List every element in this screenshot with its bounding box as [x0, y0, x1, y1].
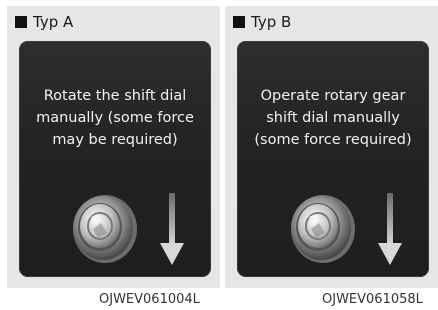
- panel-title: Typ B: [251, 13, 292, 31]
- down-arrow-icon: [160, 193, 184, 265]
- display-message: Operate rotary gear shift dial manually …: [254, 88, 412, 148]
- figure-code: OJWEV061004L: [99, 292, 200, 307]
- panel-header: Typ A: [15, 11, 73, 33]
- panel-title: Typ A: [33, 13, 74, 31]
- square-bullet-icon: [233, 16, 245, 28]
- down-arrow-icon: [378, 193, 402, 265]
- figure-code: OJWEV061058L: [322, 292, 423, 307]
- display-message: Rotate the shift dial manually (some for…: [36, 88, 194, 148]
- panel-typ-b: Typ B Operate rotary gear shift dial man…: [225, 6, 438, 288]
- panel-header: Typ B: [233, 11, 291, 33]
- rotary-dial-icon: [291, 195, 355, 263]
- rotary-dial-icon: [73, 195, 137, 263]
- panel-typ-a: Typ A Rotate the shift dial manually (so…: [7, 6, 220, 288]
- display-screen: Rotate the shift dial manually (some for…: [19, 41, 211, 277]
- display-screen: Operate rotary gear shift dial manually …: [237, 41, 429, 277]
- square-bullet-icon: [15, 16, 27, 28]
